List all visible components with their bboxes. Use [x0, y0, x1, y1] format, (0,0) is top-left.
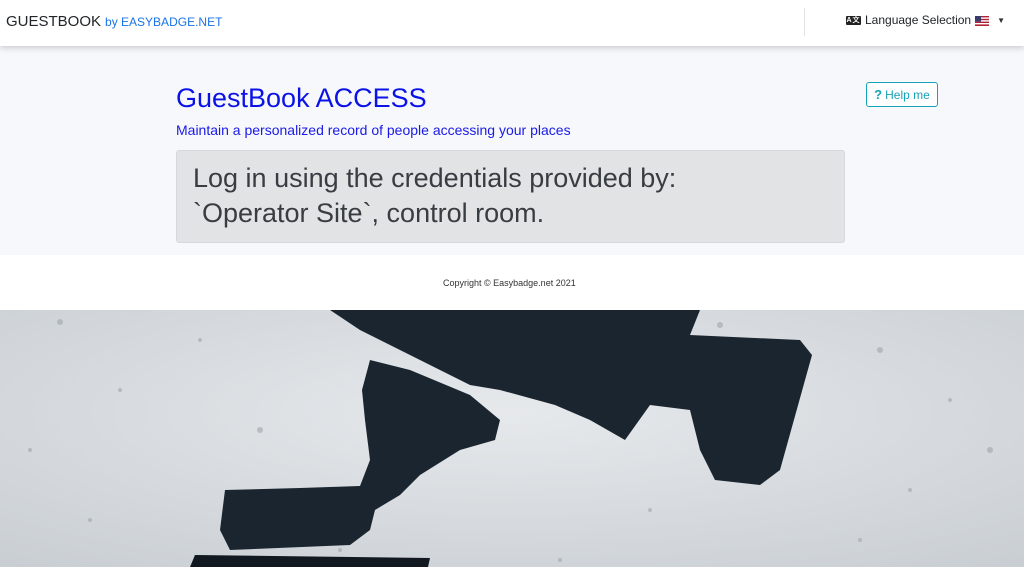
question-icon: ? — [874, 87, 883, 102]
painted-wall-image — [0, 310, 1024, 567]
top-navbar: GUESTBOOK by EASYBADGE.NET A文 Language Se… — [0, 0, 1024, 46]
nav-divider — [804, 8, 805, 36]
page-subtitle: Maintain a personalized record of people… — [176, 122, 571, 138]
help-me-label: Help me — [885, 87, 930, 102]
footer: Copyright © Easybadge.net 2021 — [0, 255, 1024, 310]
copyright-text: Copyright © Easybadge.net 2021 — [443, 278, 576, 288]
background-photo — [0, 310, 1024, 567]
language-selection-label: Language Selection — [865, 13, 972, 27]
login-notice-alert: Log in using the credentials provided by… — [176, 150, 845, 243]
login-notice-text: Log in using the credentials provided by… — [193, 161, 793, 231]
chevron-down-icon: ▼ — [997, 15, 1006, 25]
language-selection-dropdown[interactable]: A文 Language Selection ▼ — [846, 13, 1005, 27]
page-title: GuestBook ACCESS — [176, 83, 427, 113]
help-me-button[interactable]: ? Help me — [866, 82, 938, 107]
us-flag-icon — [975, 15, 990, 26]
brand-by-link[interactable]: by EASYBADGE.NET — [105, 15, 222, 29]
notice-line-1: Log in using the credentials provided by… — [193, 163, 677, 193]
notice-line-2: `Operator Site`, control room. — [193, 198, 545, 228]
hero-section: GuestBook ACCESS Maintain a personalized… — [0, 46, 1024, 255]
brand-name: GUESTBOOK — [6, 13, 102, 30]
language-icon: A文 — [846, 15, 861, 25]
brand-logo[interactable]: GUESTBOOK by EASYBADGE.NET — [6, 13, 222, 30]
